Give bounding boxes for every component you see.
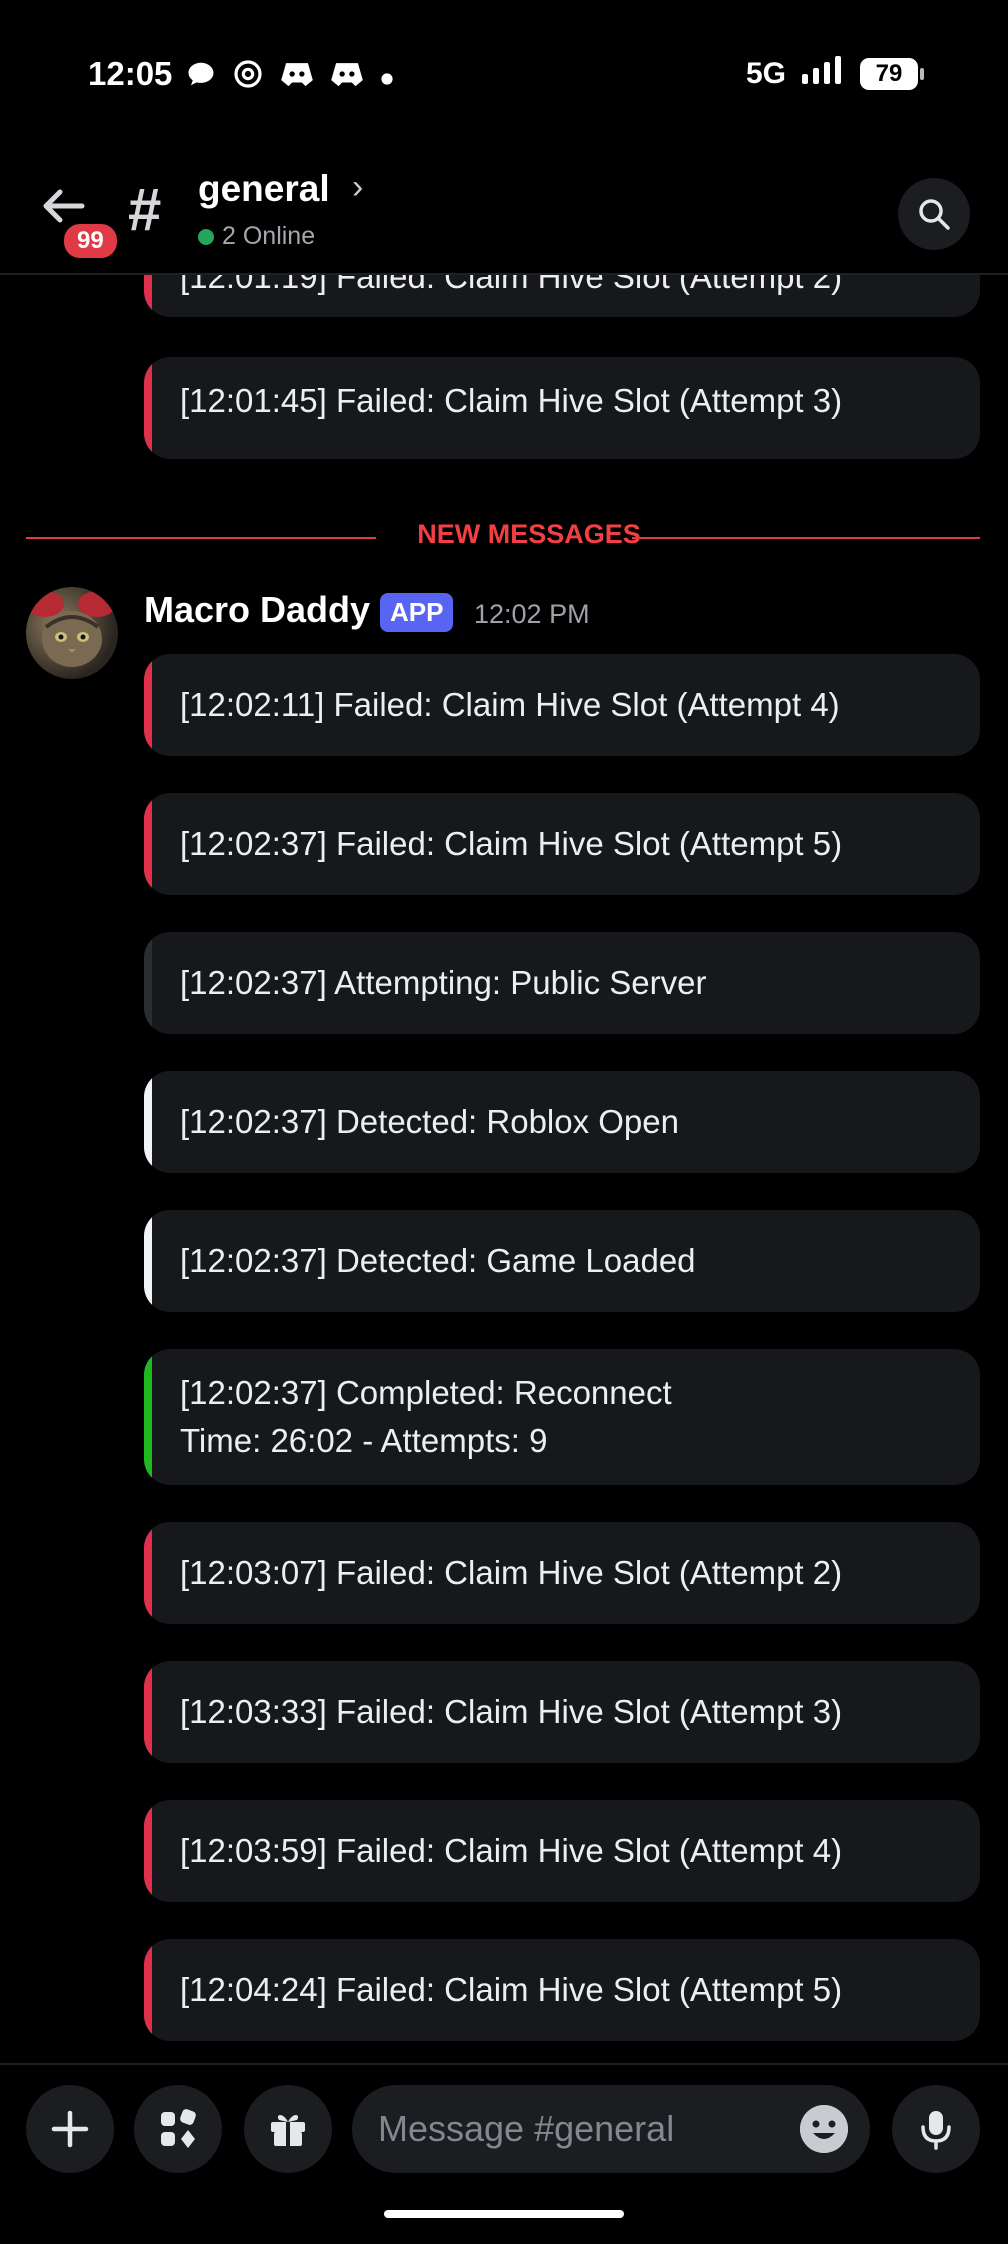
message-text: [12:03:07] Failed: Claim Hive Slot (Atte… [180, 1554, 843, 1591]
message-text: [12:01:45] Failed: Claim Hive Slot (Atte… [180, 382, 843, 419]
status-bar-accent [144, 1522, 152, 1624]
author-name[interactable]: Macro Daddy [144, 589, 370, 631]
status-right: 5G 79 [745, 56, 924, 91]
message-card: [12:02:37] Detected: Roblox Open [144, 1071, 980, 1173]
status-bar-accent [144, 932, 152, 1034]
message-list[interactable]: [12:01:19] Failed: Claim Hive Slot (Atte… [0, 275, 1008, 2063]
cat-face-icon [42, 611, 102, 667]
status-bar-accent [144, 1661, 152, 1763]
status-bar-accent [144, 357, 152, 459]
channel-header: 99 # general › 2 Online [0, 150, 1008, 275]
voice-message-button[interactable] [892, 2085, 980, 2173]
gift-icon [271, 2115, 305, 2146]
message-composer [0, 2063, 1008, 2193]
message-card: [12:01:19] Failed: Claim Hive Slot (Atte… [144, 275, 980, 317]
signal-icon [800, 56, 846, 91]
add-attachment-button[interactable] [26, 2085, 114, 2173]
author-row: Macro Daddy APP 12:02 PM [0, 581, 1008, 679]
message-card: [12:04:24] Failed: Claim Hive Slot (Atte… [144, 1939, 980, 2041]
message-card: [12:03:07] Failed: Claim Hive Slot (Atte… [144, 1522, 980, 1624]
message-card: [12:02:37] Detected: Game Loaded [144, 1210, 980, 1312]
status-bar-accent [144, 1800, 152, 1902]
avatar[interactable] [26, 587, 118, 679]
discord-icon [280, 59, 314, 95]
message-text: [12:03:59] Failed: Claim Hive Slot (Atte… [180, 1832, 843, 1869]
online-count: 2 Online [222, 222, 316, 250]
emoji-button[interactable] [800, 2105, 848, 2153]
home-indicator[interactable] [384, 2210, 624, 2218]
new-messages-label: NEW MESSAGES [417, 519, 641, 549]
message-card: [12:01:45] Failed: Claim Hive Slot (Atte… [144, 357, 980, 459]
status-time: 12:05 [88, 55, 173, 92]
apps-icon [161, 2109, 196, 2148]
battery-icon: 79 [860, 57, 924, 90]
message-card: [12:03:59] Failed: Claim Hive Slot (Atte… [144, 1800, 980, 1902]
status-bar-accent [144, 1349, 152, 1485]
gift-button[interactable] [244, 2085, 332, 2173]
message-text: [12:04:24] Failed: Claim Hive Slot (Atte… [180, 1971, 843, 2008]
message-text: [12:02:37] Completed: Reconnect [180, 1374, 672, 1411]
chat-bubble-icon [186, 59, 216, 95]
microphone-icon [921, 2111, 951, 2150]
message-text: [12:02:37] Detected: Game Loaded [180, 1242, 696, 1279]
status-bar-accent [144, 1939, 152, 2041]
discord-icon [330, 59, 364, 95]
more-dot-icon [380, 62, 394, 92]
apps-button[interactable] [134, 2085, 222, 2173]
channel-hash-icon: # [128, 176, 162, 243]
status-bar-accent [144, 1210, 152, 1312]
message-text: [12:02:37] Detected: Roblox Open [180, 1103, 679, 1140]
message-text: [12:02:37] Failed: Claim Hive Slot (Atte… [180, 825, 843, 862]
online-dot-icon [198, 228, 214, 245]
message-text: [12:02:11] Failed: Claim Hive Slot (Atte… [180, 686, 840, 723]
message-card: [12:02:37] Completed: Reconnect Time: 26:… [144, 1349, 980, 1485]
message-card: [12:02:11] Failed: Claim Hive Slot (Atte… [144, 654, 980, 756]
status-bar-accent [144, 654, 152, 756]
status-bar-accent [144, 1071, 152, 1173]
chevron-right-icon[interactable]: › [352, 168, 363, 207]
message-card: [12:02:37] Attempting: Public Server [144, 932, 980, 1034]
message-text: Time: 26:02 - Attempts: 9 [180, 1422, 548, 1459]
emoji-icon [800, 2105, 848, 2153]
message-text: [12:03:33] Failed: Claim Hive Slot (Atte… [180, 1693, 843, 1730]
status-bar-accent [144, 275, 152, 317]
network-label: 5G [745, 56, 786, 90]
new-messages-divider: NEW MESSAGES [26, 519, 980, 555]
message-text: [12:01:19] Failed: Claim Hive Slot (Atte… [180, 275, 843, 295]
notification-icons [186, 58, 394, 96]
plus-icon [51, 2110, 89, 2148]
message-timestamp: 12:02 PM [474, 599, 590, 629]
message-card: [12:02:37] Failed: Claim Hive Slot (Atte… [144, 793, 980, 895]
message-card: [12:03:33] Failed: Claim Hive Slot (Atte… [144, 1661, 980, 1763]
channel-title[interactable]: general [198, 168, 330, 210]
status-bar: 12:05 5G 79 [0, 0, 1008, 150]
search-button[interactable] [898, 178, 970, 250]
app-tag: APP [380, 593, 454, 632]
unread-badge: 99 [60, 220, 121, 262]
threads-icon [232, 58, 264, 96]
search-icon [919, 199, 950, 230]
status-bar-accent [144, 793, 152, 895]
message-input[interactable] [352, 2085, 870, 2173]
online-status: 2 Online [198, 222, 315, 251]
message-text: [12:02:37] Attempting: Public Server [180, 964, 707, 1001]
